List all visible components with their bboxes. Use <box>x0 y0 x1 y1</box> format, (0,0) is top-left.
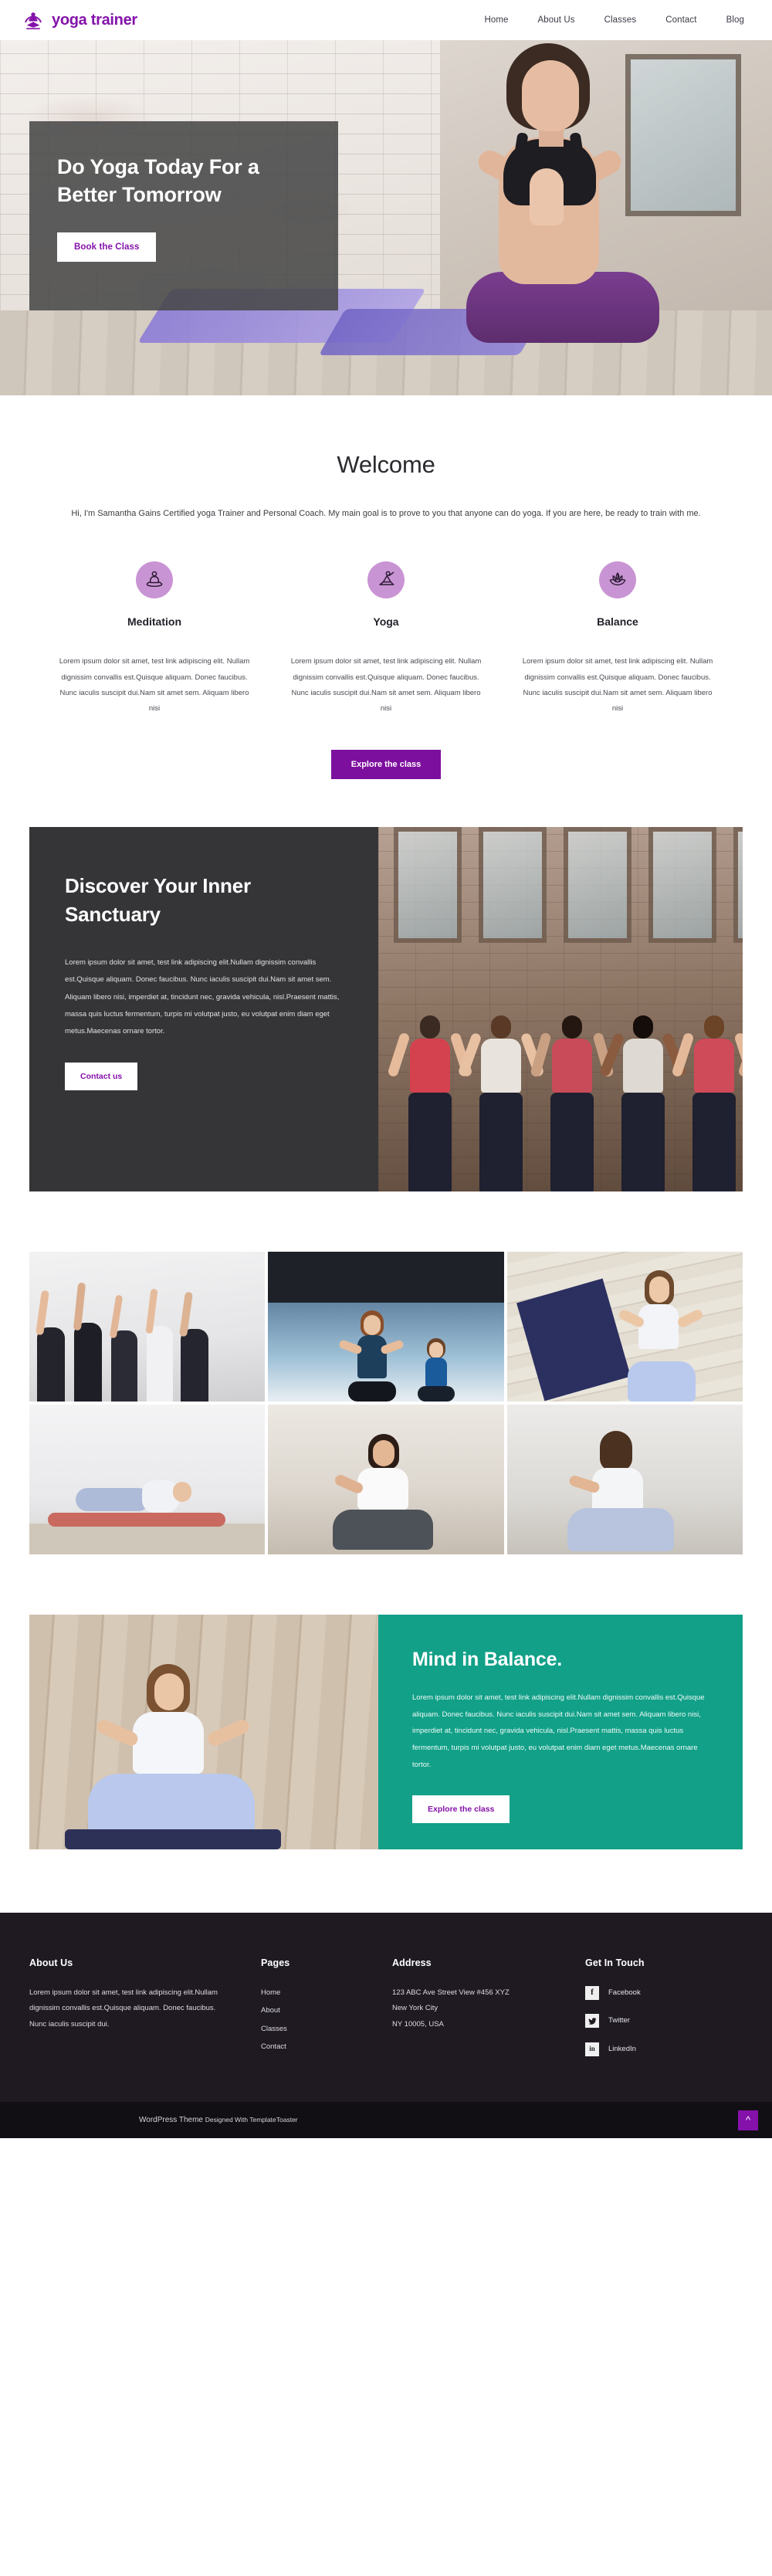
nav-item-home[interactable]: Home <box>484 15 508 25</box>
linkedin-icon: in <box>585 2042 599 2056</box>
footer-link-classes[interactable]: Classes <box>261 2025 287 2033</box>
brand-name: yoga trainer <box>52 11 137 29</box>
feature-card-balance: Balance Lorem ipsum dolor sit amet, test… <box>502 561 733 717</box>
main-navigation: Home About Us Classes Contact Blog <box>484 15 744 25</box>
footer-about-title: About Us <box>29 1957 73 1968</box>
gallery-item-4[interactable] <box>29 1404 266 1554</box>
footer-address-title: Address <box>392 1957 432 1968</box>
scroll-to-top-button[interactable]: ^ <box>738 2110 758 2130</box>
copyright-main: WordPress Theme <box>139 2116 203 2125</box>
mind-text: Lorem ipsum dolor sit amet, test link ad… <box>412 1693 705 1770</box>
hero-section: Do Yoga Today For a Better Tomorrow Book… <box>0 40 772 395</box>
site-header: yoga trainer Home About Us Classes Conta… <box>0 0 772 40</box>
footer-link-home[interactable]: Home <box>261 1988 280 1997</box>
feature-title-yoga: Yoga <box>373 615 399 629</box>
gallery-item-2[interactable] <box>268 1251 504 1402</box>
footer-address-line-1: 123 ABC Ave Street View #456 XYZ <box>392 1988 510 1997</box>
discover-text: Lorem ipsum dolor sit amet, test link ad… <box>65 958 340 1036</box>
footer-link-about[interactable]: About <box>261 2006 280 2015</box>
hero-text-overlay: Do Yoga Today For a Better Tomorrow Book… <box>29 121 338 310</box>
social-label-twitter: Twitter <box>608 2016 630 2025</box>
nav-item-contact[interactable]: Contact <box>665 15 696 25</box>
mind-in-balance-section: Mind in Balance. Lorem ipsum dolor sit a… <box>29 1614 743 1849</box>
welcome-section: Welcome Hi, I'm Samantha Gains Certified… <box>0 395 772 827</box>
book-the-class-button[interactable]: Book the Class <box>57 232 157 262</box>
gallery-item-1[interactable] <box>29 1251 266 1402</box>
footer-pages-title: Pages <box>261 1957 290 1968</box>
explore-the-class-button[interactable]: Explore the class <box>330 749 442 779</box>
contact-us-button[interactable]: Contact us <box>65 1062 138 1090</box>
feature-title-meditation: Meditation <box>127 615 181 629</box>
welcome-intro-text: Hi, I'm Samantha Gains Certified yoga Tr… <box>71 509 701 518</box>
footer-link-contact[interactable]: Contact <box>261 2042 286 2051</box>
footer-column-address: Address 123 ABC Ave Street View #456 XYZ… <box>392 1957 585 2069</box>
footer-column-about: About Us Lorem ipsum dolor sit amet, tes… <box>29 1957 261 2069</box>
discover-title-line-2: Sanctuary <box>65 903 161 927</box>
hero-title-line-2: Better Tomorrow <box>57 182 222 206</box>
mind-explore-the-class-button[interactable]: Explore the class <box>412 1795 510 1823</box>
nav-item-about-us[interactable]: About Us <box>538 15 575 25</box>
yoga-pose-icon <box>367 561 405 599</box>
discover-title: Discover Your Inner Sanctuary <box>65 872 343 930</box>
social-label-linkedin: LinkedIn <box>608 2044 636 2053</box>
social-link-linkedin[interactable]: in LinkedIn <box>585 2042 743 2057</box>
feature-card-yoga: Yoga Lorem ipsum dolor sit amet, test li… <box>270 561 502 717</box>
copyright-text: WordPress Theme Designed With TemplateTo… <box>139 2116 298 2124</box>
facebook-icon: f <box>585 1985 599 2000</box>
footer-column-pages: Pages Home About Classes Contact <box>261 1957 392 2069</box>
mind-image <box>29 1614 378 1849</box>
site-footer: About Us Lorem ipsum dolor sit amet, tes… <box>0 1912 772 2103</box>
nav-item-classes[interactable]: Classes <box>604 15 637 25</box>
footer-about-text: Lorem ipsum dolor sit amet, test link ad… <box>29 1988 218 2029</box>
social-link-twitter[interactable]: Twitter <box>585 2013 743 2029</box>
welcome-heading: Welcome <box>337 451 435 478</box>
chevron-up-icon: ^ <box>745 2114 751 2127</box>
footer-address-line-2: New York City <box>392 2004 438 2013</box>
hero-title: Do Yoga Today For a Better Tomorrow <box>57 154 310 209</box>
mind-text-panel: Mind in Balance. Lorem ipsum dolor sit a… <box>378 1614 743 1849</box>
feature-text-yoga: Lorem ipsum dolor sit amet, test link ad… <box>290 657 482 713</box>
social-link-facebook[interactable]: f Facebook <box>585 1985 743 2001</box>
feature-cards: Meditation Lorem ipsum dolor sit amet, t… <box>23 561 749 717</box>
discover-gym-image <box>378 826 743 1191</box>
brand-logo[interactable]: yoga trainer <box>22 8 137 32</box>
gallery-item-5[interactable] <box>268 1404 504 1554</box>
gallery-item-6[interactable] <box>506 1404 743 1554</box>
footer-column-get-in-touch: Get In Touch f Facebook Twitter in Linke… <box>585 1957 743 2069</box>
explore-button-wrap: Explore the class <box>0 717 772 827</box>
mind-title: Mind in Balance. <box>412 1648 563 1670</box>
footer-touch-title: Get In Touch <box>585 1957 645 1968</box>
feature-card-meditation: Meditation Lorem ipsum dolor sit amet, t… <box>39 561 270 717</box>
meditation-icon <box>136 561 173 599</box>
copyright-sub: Designed With TemplateToaster <box>205 2116 298 2124</box>
copyright-bar: WordPress Theme Designed With TemplateTo… <box>0 2102 772 2139</box>
photo-gallery <box>29 1251 743 1554</box>
lotus-icon <box>599 561 636 599</box>
nav-item-blog[interactable]: Blog <box>726 15 744 25</box>
discover-section: Discover Your Inner Sanctuary Lorem ipsu… <box>29 826 743 1191</box>
feature-text-balance: Lorem ipsum dolor sit amet, test link ad… <box>522 657 713 713</box>
hero-yoga-woman <box>432 40 687 349</box>
discover-title-line-1: Discover Your Inner <box>65 873 251 897</box>
gallery-item-3[interactable] <box>506 1251 743 1402</box>
twitter-icon <box>585 2014 599 2029</box>
feature-text-meditation: Lorem ipsum dolor sit amet, test link ad… <box>59 657 250 713</box>
footer-address-line-3: NY 10005, USA <box>392 2019 444 2029</box>
meditating-person-logo-icon <box>22 8 45 32</box>
discover-text-panel: Discover Your Inner Sanctuary Lorem ipsu… <box>29 826 378 1191</box>
hero-title-line-1: Do Yoga Today For a <box>57 155 259 178</box>
social-label-facebook: Facebook <box>608 1988 641 1997</box>
feature-title-balance: Balance <box>597 615 638 629</box>
